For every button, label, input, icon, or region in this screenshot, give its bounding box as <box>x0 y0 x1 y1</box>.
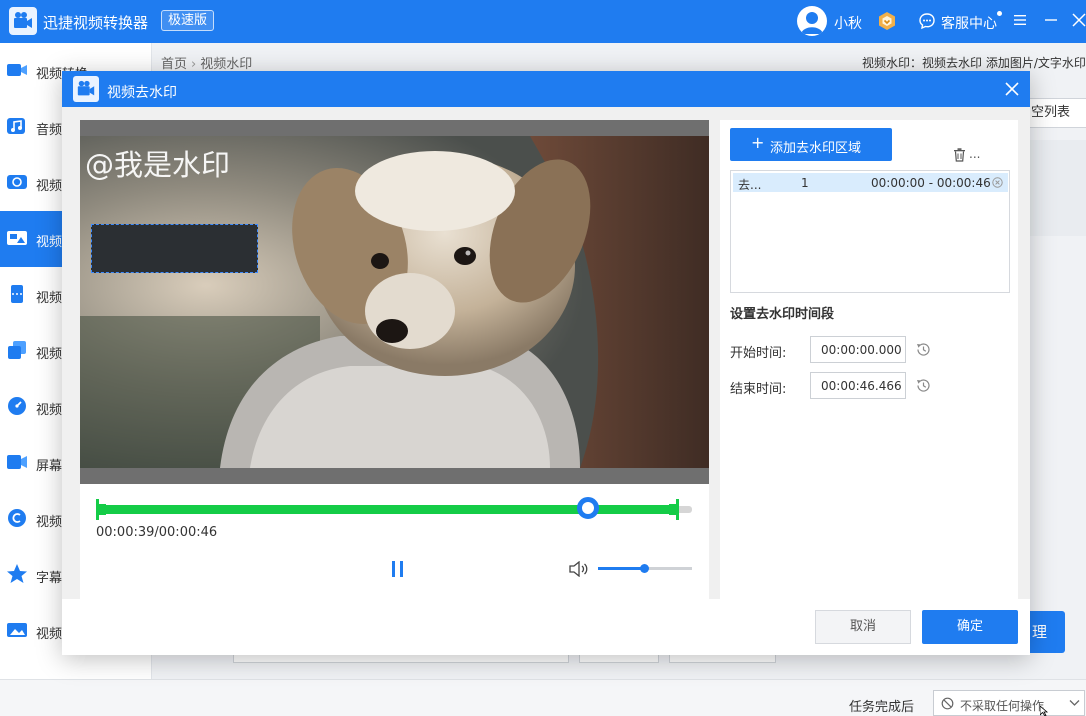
notification-dot <box>997 11 1002 16</box>
customer-service-icon[interactable] <box>918 12 936 34</box>
no-action-icon <box>941 697 954 710</box>
confirm-button[interactable]: 确定 <box>922 610 1018 644</box>
cancel-button[interactable]: 取消 <box>815 610 911 644</box>
vip-icon[interactable] <box>877 11 897 35</box>
breadcrumb-home[interactable]: 首页 <box>161 57 187 72</box>
statusbar <box>0 679 1086 716</box>
add-watermark-region-button[interactable]: + 添加去水印区域 <box>730 128 892 161</box>
video-merge-icon <box>8 341 26 359</box>
video-image-icon <box>7 623 27 637</box>
subtitle-icon <box>7 564 27 583</box>
volume-slider-fill <box>598 567 645 570</box>
trash-icon[interactable] <box>953 148 966 162</box>
chevron-down-icon <box>1069 700 1080 706</box>
video-watermark-icon <box>7 231 27 245</box>
audio-icon <box>7 118 25 134</box>
app-titlebar: 迅捷视频转换器 极速版 小秋 客服中心 <box>0 0 1086 43</box>
time-readout: 00:00:39/00:00:46 <box>96 525 218 540</box>
mouse-cursor-icon <box>1040 706 1049 716</box>
remove-region-icon[interactable] <box>992 177 1003 188</box>
user-avatar-icon[interactable] <box>797 6 827 36</box>
trim-start-handle[interactable] <box>96 499 108 520</box>
breadcrumb-separator: › <box>191 57 197 72</box>
breadcrumb: 首页 › 视频水印 <box>161 53 252 72</box>
list-item[interactable]: 去... 1 00:00:00 - 00:00:46 <box>733 173 1008 192</box>
watermark-removal-region[interactable] <box>91 224 258 273</box>
menu-icon[interactable] <box>1012 12 1028 32</box>
file-list-area <box>1030 140 1086 236</box>
pause-icon[interactable] <box>391 560 405 578</box>
task-complete-select[interactable]: 不采取任何操作 <box>933 690 1085 716</box>
plus-icon: + <box>751 133 765 152</box>
start-time-input[interactable] <box>810 336 906 363</box>
time-section-title: 设置去水印时间段 <box>730 307 835 322</box>
dialog-logo-icon <box>73 76 99 102</box>
remove-watermark-dialog: 视频去水印 @我是水印 00:00:39/00:00:46 + 添加去水印区域 … <box>62 71 1030 655</box>
video-compress-icon <box>7 175 27 189</box>
watermark-settings: + 添加去水印区域 ... 去... 1 00:00:00 - 00:00:46… <box>720 120 1018 599</box>
end-time-input[interactable] <box>810 372 906 399</box>
task-complete-label: 任务完成后 <box>849 700 915 715</box>
end-time-label: 结束时间: <box>730 382 787 397</box>
close-icon[interactable] <box>1004 81 1020 101</box>
video-gif-icon <box>8 509 26 527</box>
video-frame-image <box>80 136 709 468</box>
start-time-label: 开始时间: <box>730 346 787 361</box>
video-player: @我是水印 00:00:39/00:00:46 <box>80 120 709 599</box>
edition-badge: 极速版 <box>161 10 215 31</box>
watermark-text: @我是水印 <box>85 148 231 182</box>
start-button[interactable]: 理 <box>1030 611 1065 653</box>
reset-start-time-icon[interactable] <box>915 341 932 358</box>
close-app-icon[interactable] <box>1071 12 1086 32</box>
video-speed-icon <box>8 397 26 415</box>
breadcrumb-current: 视频水印 <box>200 57 253 72</box>
app-logo-icon <box>9 7 37 35</box>
customer-service-link[interactable]: 客服中心 <box>941 13 997 33</box>
reset-end-time-icon[interactable] <box>915 377 932 394</box>
clear-list-button[interactable]: 空列表 <box>1026 98 1086 128</box>
dialog-body: @我是水印 00:00:39/00:00:46 + 添加去水印区域 ... 去.… <box>62 107 1030 599</box>
feature-hint: 视频水印：视频去水印 添加图片/文字水印 <box>862 56 1086 70</box>
volume-slider-knob[interactable] <box>639 564 649 573</box>
dialog-title: 视频去水印 <box>107 85 177 101</box>
video-split-icon <box>8 285 26 303</box>
volume-icon[interactable] <box>569 561 589 577</box>
video-convert-icon <box>7 64 27 76</box>
minimize-icon[interactable] <box>1043 12 1059 32</box>
app-title: 迅捷视频转换器 <box>43 14 149 32</box>
screen-record-icon <box>7 455 27 469</box>
video-preview[interactable]: @我是水印 <box>80 120 709 484</box>
trim-end-handle[interactable] <box>667 499 679 520</box>
user-name[interactable]: 小秋 <box>834 13 862 33</box>
dialog-header: 视频去水印 <box>62 71 1030 107</box>
playhead[interactable] <box>577 497 600 519</box>
more-options[interactable]: ... <box>969 147 980 161</box>
watermark-region-list: 去... 1 00:00:00 - 00:00:46 <box>730 170 1010 293</box>
dialog-footer: 取消 确定 <box>62 599 1030 655</box>
